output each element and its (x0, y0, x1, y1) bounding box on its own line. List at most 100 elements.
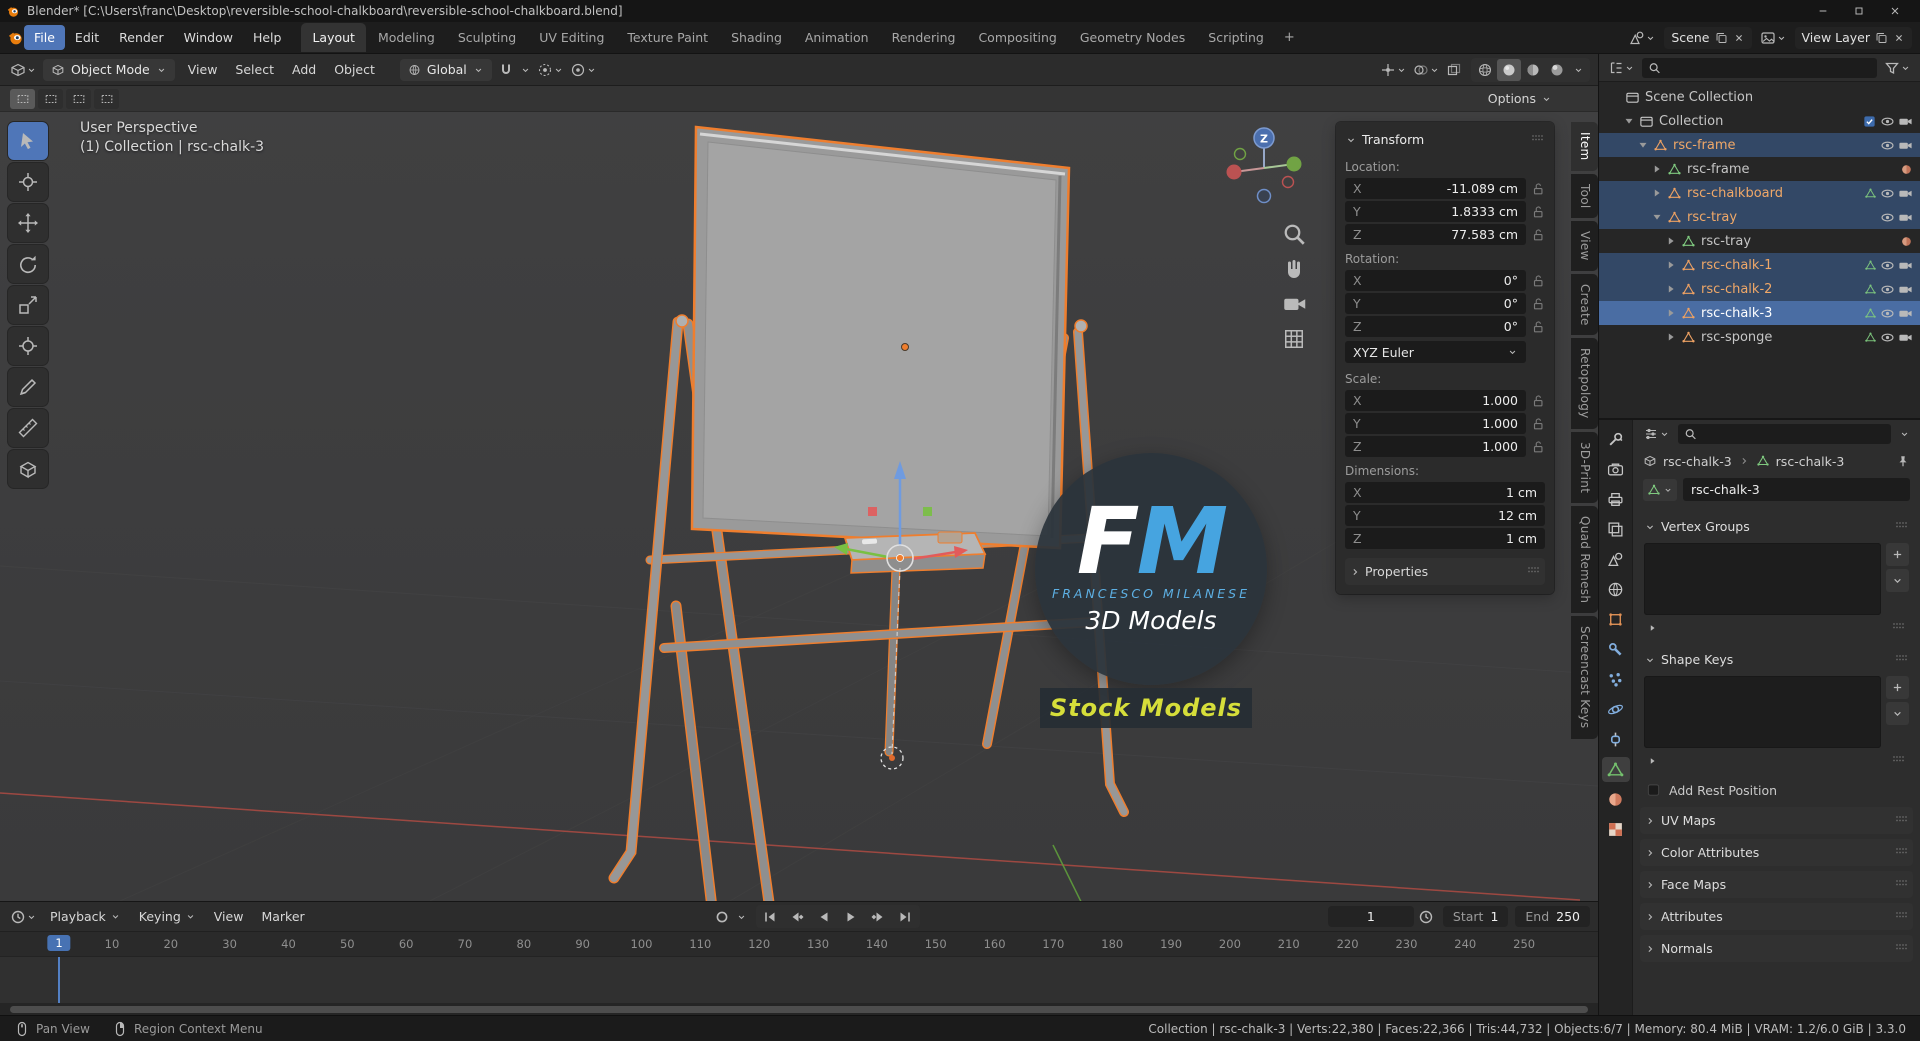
panel-face-maps[interactable]: Face Maps (1640, 871, 1913, 898)
shape-keys-list[interactable] (1644, 676, 1881, 748)
view-layer-selector[interactable]: View Layer (1794, 26, 1912, 49)
lock-open-icon[interactable] (1531, 320, 1545, 334)
rotation-mode-dropdown[interactable]: XYZ Euler (1345, 341, 1526, 363)
new-view-layer-icon[interactable] (1875, 30, 1888, 46)
select-mode-intersect-button[interactable] (94, 88, 119, 109)
panel-uv-maps[interactable]: UV Maps (1640, 807, 1913, 834)
select-mode-extend-button[interactable] (38, 88, 63, 109)
properties-editor-type-button[interactable] (1641, 423, 1672, 445)
panel-grip-icon[interactable] (1529, 130, 1545, 146)
shading-wireframe-button[interactable] (1473, 59, 1497, 81)
scene-selector[interactable]: Scene (1664, 26, 1752, 49)
properties-tab-view-layer[interactable] (1602, 517, 1630, 542)
previous-keyframe-button[interactable] (784, 906, 811, 927)
workspace-tab-texture-paint[interactable]: Texture Paint (616, 23, 719, 52)
viewport-3d[interactable]: Options User Perspective (1) Collection … (0, 86, 1598, 901)
pan-hand-icon[interactable] (1282, 257, 1306, 281)
menu-render[interactable]: Render (109, 25, 174, 50)
hide-in-viewport-icon[interactable] (1880, 282, 1895, 297)
menu-edit[interactable]: Edit (65, 25, 109, 50)
lock-open-icon[interactable] (1531, 417, 1545, 431)
play-button[interactable] (838, 906, 865, 927)
orthographic-grid-icon[interactable] (1282, 327, 1306, 351)
rotation-y-field[interactable]: Y 0° (1345, 293, 1526, 314)
auto-keying-dropdown[interactable] (734, 906, 749, 928)
properties-tab-object[interactable] (1602, 607, 1630, 632)
disable-in-renders-icon[interactable] (1898, 210, 1913, 225)
chevron-right-icon[interactable] (1650, 186, 1664, 200)
outliner-row-rsc-frame-2[interactable]: rsc-frame (1599, 133, 1920, 157)
properties-options-button[interactable] (1897, 423, 1912, 445)
disable-in-renders-icon[interactable] (1898, 282, 1913, 297)
timeline-menu-playback[interactable]: Playback (41, 905, 130, 928)
select-mode-set-button[interactable] (10, 88, 35, 109)
outliner-editor-type-button[interactable] (1606, 57, 1637, 79)
tool-rotate-button[interactable] (8, 245, 48, 283)
properties-tab-particles[interactable] (1602, 667, 1630, 692)
sidebar-tab-quad-remesh[interactable]: Quad Remesh (1571, 506, 1598, 614)
select-mode-subtract-button[interactable] (66, 88, 91, 109)
outliner-row-rsc-chalk-2-8[interactable]: rsc-chalk-2 (1599, 277, 1920, 301)
scene-browse-button[interactable] (1626, 27, 1659, 49)
tool-select-box-button[interactable] (8, 122, 48, 160)
chevron-right-icon[interactable] (1664, 282, 1678, 296)
xray-toggle[interactable] (1444, 59, 1464, 81)
new-scene-icon[interactable] (1715, 30, 1728, 46)
next-keyframe-button[interactable] (865, 906, 892, 927)
outliner-row-scene-collection-0[interactable]: Scene Collection (1599, 85, 1920, 109)
lock-open-icon[interactable] (1531, 228, 1545, 242)
panel-attributes[interactable]: Attributes (1640, 903, 1913, 930)
rotation-x-field[interactable]: X 0° (1345, 270, 1526, 291)
breadcrumb-object[interactable]: rsc-chalk-3 (1663, 454, 1732, 469)
dimension-z-field[interactable]: Z 1 cm (1345, 528, 1545, 549)
timeline-ruler[interactable]: 1102030405060708090100110120130140150160… (0, 932, 1598, 957)
properties-tab-material[interactable] (1602, 787, 1630, 812)
sidebar-tab-view[interactable]: View (1571, 221, 1598, 271)
chevron-down-icon[interactable] (1636, 138, 1650, 152)
workspace-tab-animation[interactable]: Animation (794, 23, 880, 52)
disable-in-renders-icon[interactable] (1898, 186, 1913, 201)
chevron-right-icon[interactable] (1664, 330, 1678, 344)
add-workspace-button[interactable]: + (1276, 26, 1303, 49)
timeline-editor-type-button[interactable] (8, 906, 39, 928)
shading-rendered-button[interactable] (1545, 59, 1569, 81)
workspace-tab-sculpting[interactable]: Sculpting (447, 23, 527, 52)
frame-start-field[interactable]: Start 1 (1442, 906, 1509, 927)
panel-grip-icon[interactable] (1893, 517, 1909, 533)
lock-open-icon[interactable] (1531, 274, 1545, 288)
location-y-field[interactable]: Y 1.8333 cm (1345, 201, 1526, 222)
viewport-axis-gizmo[interactable]: Z (1218, 122, 1310, 214)
disable-in-renders-icon[interactable] (1898, 306, 1913, 321)
tool-move-button[interactable] (8, 204, 48, 242)
scale-z-field[interactable]: Z 1.000 (1345, 436, 1526, 457)
hide-in-viewport-icon[interactable] (1880, 186, 1895, 201)
properties-tab-tool[interactable] (1602, 427, 1630, 452)
panel-grip-icon[interactable] (1525, 562, 1541, 578)
timeline-menu-view[interactable]: View (205, 905, 253, 928)
disable-in-renders-icon[interactable] (1898, 258, 1913, 273)
close-button[interactable] (1877, 0, 1913, 22)
viewport-menu-view[interactable]: View (179, 58, 227, 81)
jump-to-end-button[interactable] (892, 906, 919, 927)
hide-in-viewport-icon[interactable] (1880, 330, 1895, 345)
properties-subpanel-header[interactable]: Properties (1345, 558, 1545, 585)
snapping-dropdown[interactable] (518, 59, 533, 81)
outliner-row-rsc-tray-6[interactable]: rsc-tray (1599, 229, 1920, 253)
menu-window[interactable]: Window (174, 25, 243, 50)
hide-in-viewport-icon[interactable] (1880, 258, 1895, 273)
pin-icon[interactable] (1896, 453, 1910, 469)
properties-tab-modifiers[interactable] (1602, 637, 1630, 662)
lock-open-icon[interactable] (1531, 182, 1545, 196)
minimize-button[interactable] (1805, 0, 1841, 22)
shape-keys-panel-header[interactable]: Shape Keys (1640, 646, 1913, 673)
timeline-body[interactable]: 1102030405060708090100110120130140150160… (0, 932, 1598, 1003)
properties-tab-output[interactable] (1602, 487, 1630, 512)
lock-open-icon[interactable] (1531, 394, 1545, 408)
tool-add-cube-button[interactable] (8, 450, 48, 488)
vertex-groups-list[interactable] (1644, 543, 1881, 615)
workspace-tab-scripting[interactable]: Scripting (1197, 23, 1275, 52)
workspace-tab-modeling[interactable]: Modeling (367, 23, 446, 52)
play-reverse-button[interactable] (811, 906, 838, 927)
hide-in-viewport-icon[interactable] (1880, 210, 1895, 225)
collection-checkbox-icon[interactable] (1862, 114, 1877, 129)
